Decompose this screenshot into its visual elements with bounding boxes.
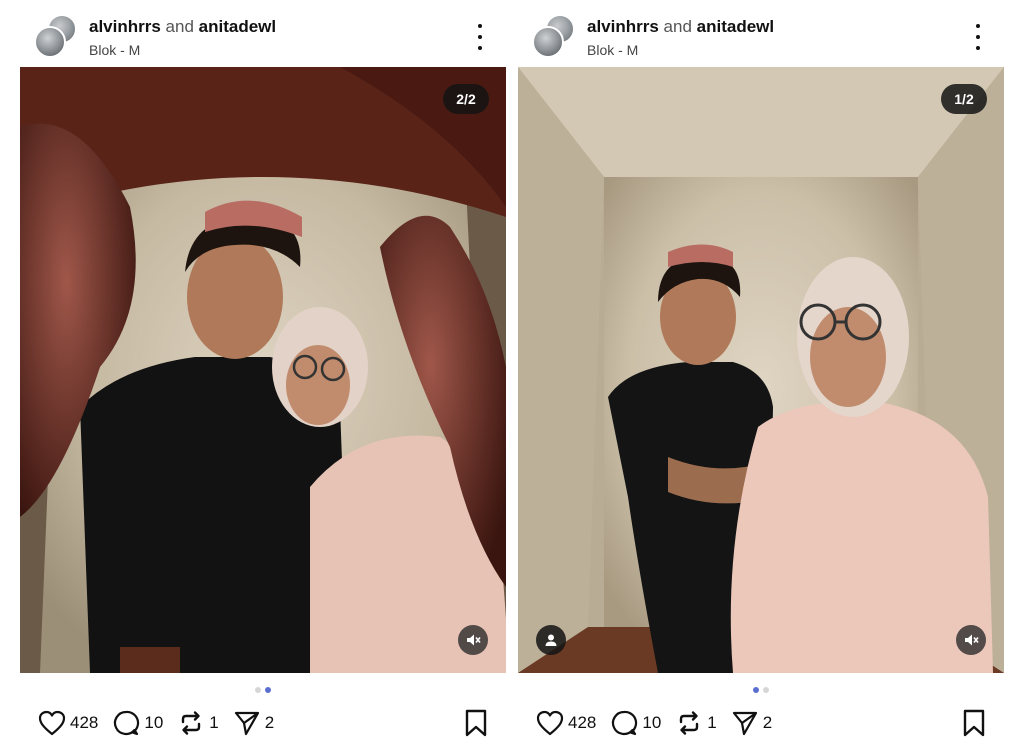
slide-counter: 2/2: [443, 84, 489, 114]
more-options-icon[interactable]: [966, 24, 990, 50]
heart-icon: [536, 710, 564, 736]
share-button[interactable]: 2: [233, 709, 274, 737]
like-count: 428: [568, 713, 597, 732]
post-card: alvinhrrs and anitadewl Blok - M: [20, 0, 506, 750]
share-button[interactable]: 2: [731, 709, 772, 737]
like-button[interactable]: 428: [536, 710, 596, 736]
repost-icon: [680, 711, 699, 735]
post-actions: 428 10 1 2: [536, 706, 786, 740]
collab-avatars[interactable]: [34, 14, 78, 58]
author-link[interactable]: alvinhrrs: [587, 17, 659, 36]
share-count: 2: [762, 713, 773, 732]
author-names: alvinhrrs and anitadewl: [587, 17, 774, 37]
carousel-dot-active[interactable]: [265, 687, 271, 693]
comment-button[interactable]: 10: [610, 709, 661, 737]
photo-couple-standing: [518, 67, 1004, 673]
like-button[interactable]: 428: [38, 710, 98, 736]
location-label[interactable]: Blok - M: [89, 42, 140, 58]
comment-count: 10: [144, 713, 164, 732]
carousel-dot-active[interactable]: [753, 687, 759, 693]
carousel-dot[interactable]: [763, 687, 769, 693]
avatar[interactable]: [34, 26, 66, 58]
bookmark-icon[interactable]: [464, 709, 488, 742]
carousel-dots: [20, 687, 506, 693]
author-joiner: and: [663, 17, 692, 36]
comment-bubble-icon: [612, 710, 638, 736]
post-card: alvinhrrs and anitadewl Blok - M: [518, 0, 1004, 750]
like-count: 428: [70, 713, 99, 732]
post-photo[interactable]: 2/2: [20, 67, 506, 673]
author-names: alvinhrrs and anitadewl: [89, 17, 276, 37]
repost-count: 1: [209, 713, 219, 732]
person-tag-icon[interactable]: [536, 625, 566, 655]
post-photo[interactable]: 1/2: [518, 67, 1004, 673]
repost-icon: [182, 711, 201, 735]
muted-speaker-icon[interactable]: [956, 625, 986, 655]
location-label[interactable]: Blok - M: [587, 42, 638, 58]
author-joiner: and: [165, 17, 194, 36]
author-link[interactable]: anitadewl: [697, 17, 774, 36]
repost-count: 1: [707, 713, 717, 732]
repost-button[interactable]: 1: [177, 709, 219, 737]
carousel-dot[interactable]: [255, 687, 261, 693]
repost-button[interactable]: 1: [675, 709, 717, 737]
author-link[interactable]: alvinhrrs: [89, 17, 161, 36]
post-header: alvinhrrs and anitadewl Blok - M: [518, 14, 1004, 62]
post-header: alvinhrrs and anitadewl Blok - M: [20, 14, 506, 62]
author-link[interactable]: anitadewl: [199, 17, 276, 36]
heart-icon: [38, 710, 66, 736]
comment-bubble-icon: [114, 710, 140, 736]
more-options-icon[interactable]: [468, 24, 492, 50]
comment-button[interactable]: 10: [112, 709, 163, 737]
muted-speaker-icon[interactable]: [458, 625, 488, 655]
photo-selfie-couple: [20, 67, 506, 673]
share-count: 2: [264, 713, 275, 732]
avatar[interactable]: [532, 26, 564, 58]
send-icon: [234, 711, 259, 736]
comment-count: 10: [642, 713, 662, 732]
collab-avatars[interactable]: [532, 14, 576, 58]
carousel-dots: [518, 687, 1004, 693]
slide-counter: 1/2: [941, 84, 987, 114]
send-icon: [732, 711, 757, 736]
post-actions: 428 10 1 2: [38, 706, 288, 740]
bookmark-icon[interactable]: [962, 709, 986, 742]
